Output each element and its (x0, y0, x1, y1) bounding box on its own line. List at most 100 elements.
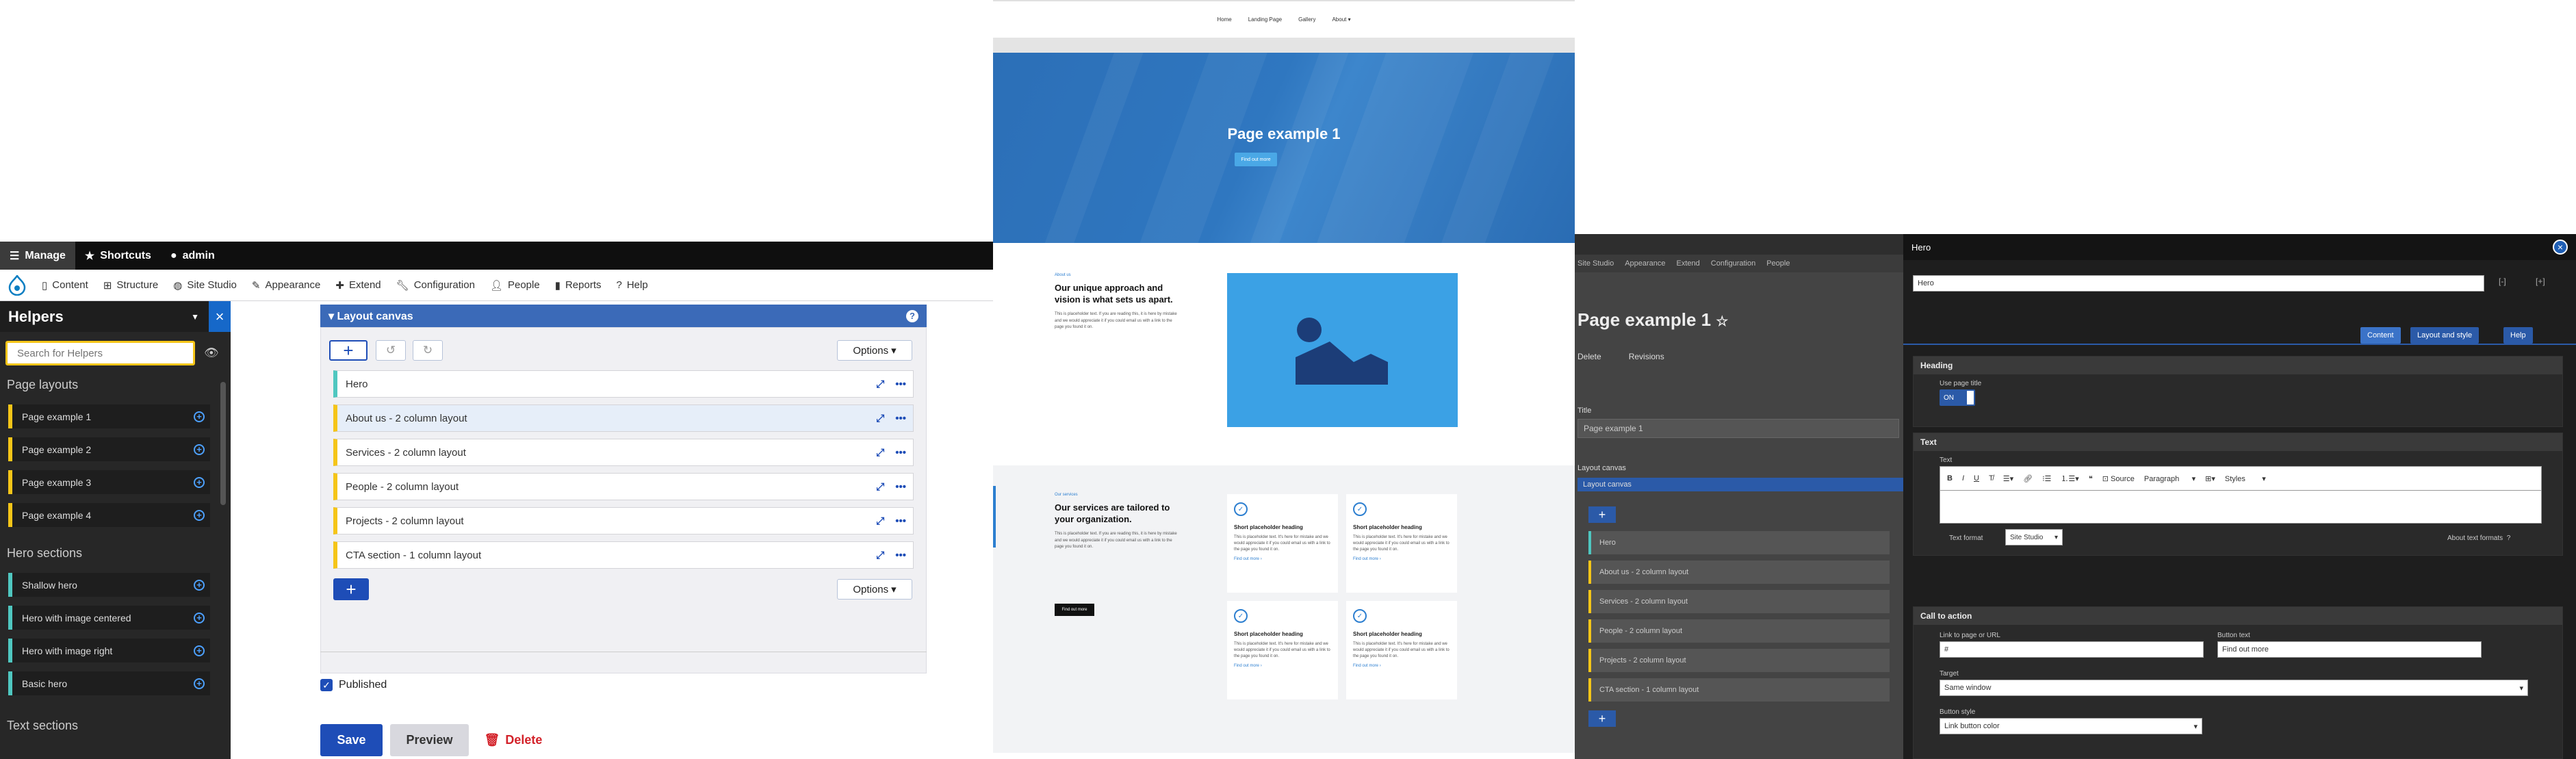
button-text-input[interactable]: Find out more (2217, 641, 2482, 658)
helper-item[interactable]: Hero with image right + (8, 639, 210, 662)
redo-icon[interactable]: ↻ (413, 340, 443, 361)
paragraph-select[interactable]: Paragraph ▾ (2144, 474, 2195, 483)
expand-icon[interactable]: ⤢ (876, 378, 884, 390)
card-link[interactable]: Find out more › (1353, 664, 1450, 668)
align-icon[interactable]: ☰▾ (2003, 474, 2013, 483)
canvas-row[interactable]: People - 2 column layout ⤢ ••• (333, 473, 914, 500)
add-icon[interactable]: + (194, 443, 205, 455)
services-button[interactable]: Find out more (1055, 604, 1094, 616)
bold-icon[interactable]: B (1947, 474, 1953, 483)
expand-icon[interactable]: ⤢ (876, 413, 884, 424)
more-icon[interactable]: ••• (895, 378, 906, 390)
card-link[interactable]: Find out more › (1234, 664, 1331, 668)
add-icon[interactable]: + (194, 612, 205, 623)
link-icon[interactable]: 🔗︎ (2023, 474, 2033, 483)
table-icon[interactable]: ⊞▾ (2205, 474, 2215, 483)
use-page-title-toggle[interactable]: ON (1940, 389, 1975, 406)
canvas-row[interactable]: Hero ⤢ ••• (333, 370, 914, 398)
add-icon[interactable]: + (194, 509, 205, 521)
expand-icon[interactable]: ⤢ (876, 550, 884, 561)
canvas-row[interactable]: About us - 2 column layout ⤢ ••• (333, 404, 914, 432)
close-icon[interactable]: × (2553, 240, 2568, 255)
collapse-icon[interactable]: [-] (2499, 276, 2506, 286)
layout-canvas-header[interactable]: ▾ Layout canvas ? (320, 305, 927, 327)
hero-button[interactable]: Find out more (1235, 153, 1277, 166)
button-style-select[interactable]: Link button color ▾ (1940, 718, 2202, 734)
expand-icon[interactable]: ⤢ (876, 481, 884, 493)
help-icon[interactable]: ? (906, 309, 918, 322)
dropdown-icon[interactable]: ▼ (191, 312, 199, 322)
tab-help[interactable]: Help (2503, 327, 2533, 344)
link-input[interactable]: # (1940, 641, 2204, 658)
menu-extend[interactable]: ✚ Extend (328, 270, 388, 301)
italic-icon[interactable]: I (1962, 474, 1964, 483)
options-button[interactable]: Options ▾ (837, 340, 912, 361)
drupal-logo-icon[interactable] (0, 270, 34, 301)
nav-about[interactable]: About ▾ (1332, 16, 1350, 23)
target-select[interactable]: Same window ▾ (1940, 680, 2528, 696)
expand-icon[interactable]: ⤢ (876, 447, 884, 459)
tab-layout-style[interactable]: Layout and style (2410, 327, 2480, 344)
canvas-row[interactable]: CTA section - 1 column layout ⤢ ••• (333, 541, 914, 569)
source-button[interactable]: ⊡ Source (2102, 474, 2135, 483)
underline-icon[interactable]: U (1974, 474, 1979, 483)
menu-site-studio[interactable]: ◍ Site Studio (166, 270, 244, 301)
bullet-list-icon[interactable]: ⁝☰ (2042, 474, 2051, 483)
text-format-select[interactable]: Site Studio ▾ (2005, 529, 2063, 545)
numbered-list-icon[interactable]: ⒈☰▾ (2061, 473, 2078, 484)
helpers-search-input[interactable] (17, 347, 181, 359)
styles-select[interactable]: Styles ▾ (2225, 474, 2266, 483)
more-icon[interactable]: ••• (895, 550, 906, 561)
menu-configuration[interactable]: 🔧︎ Configuration (389, 270, 482, 301)
helper-item[interactable]: Basic hero + (8, 671, 210, 695)
helper-item[interactable]: Page example 3 + (8, 470, 210, 494)
canvas-row[interactable]: Projects - 2 column layout ⤢ ••• (333, 507, 914, 535)
add-icon[interactable]: + (194, 579, 205, 591)
expand-icon[interactable]: ⤢ (876, 515, 884, 527)
preview-button[interactable]: Preview (390, 724, 469, 756)
helper-item[interactable]: Shallow hero + (8, 573, 210, 597)
nav-home[interactable]: Home (1217, 16, 1231, 23)
nav-gallery[interactable]: Gallery (1298, 16, 1315, 23)
add-component-button[interactable]: + (329, 340, 368, 361)
card-link[interactable]: Find out more › (1353, 557, 1450, 561)
more-icon[interactable]: ••• (895, 447, 906, 459)
about-formats-link[interactable]: About text formats ? (2447, 535, 2510, 542)
close-icon[interactable]: × (209, 301, 231, 332)
checkmark-icon[interactable]: ✓ (320, 679, 333, 691)
more-icon[interactable]: ••• (895, 515, 906, 527)
menu-reports[interactable]: ▮ Reports (548, 270, 609, 301)
clear-format-icon[interactable]: T̸ (1989, 474, 1994, 483)
published-checkbox[interactable]: ✓ Published (320, 679, 387, 691)
menu-help[interactable]: ? Help (609, 270, 656, 301)
tab-content[interactable]: Content (2360, 327, 2401, 344)
nav-landing[interactable]: Landing Page (1248, 16, 1282, 23)
helper-item[interactable]: Hero with image centered + (8, 606, 210, 630)
undo-icon[interactable]: ↺ (376, 340, 406, 361)
helper-item[interactable]: Page example 1 + (8, 404, 210, 428)
canvas-row[interactable]: Services - 2 column layout ⤢ ••• (333, 439, 914, 466)
add-icon[interactable]: + (194, 476, 205, 488)
card-link[interactable]: Find out more › (1234, 557, 1331, 561)
manage-tab[interactable]: ☰ Manage (0, 242, 75, 270)
user-tab[interactable]: ● admin (161, 242, 224, 270)
eye-icon[interactable]: 👁︎ (204, 346, 219, 360)
add-icon[interactable]: + (194, 645, 205, 656)
menu-people[interactable]: 👤︎ People (482, 270, 548, 301)
quote-icon[interactable]: ❝ (2089, 474, 2093, 483)
menu-structure[interactable]: ⊞ Structure (96, 270, 166, 301)
menu-content[interactable]: ▯ Content (34, 270, 96, 301)
menu-appearance[interactable]: ✎ Appearance (244, 270, 328, 301)
add-icon[interactable]: + (194, 678, 205, 689)
delete-button[interactable]: 🗑︎ Delete (482, 724, 544, 756)
options-button-bottom[interactable]: Options ▾ (837, 579, 912, 600)
more-icon[interactable]: ••• (895, 413, 906, 424)
helper-item[interactable]: Page example 2 + (8, 437, 210, 461)
expand-icon[interactable]: [+] (2536, 276, 2545, 286)
shortcuts-tab[interactable]: ★ Shortcuts (75, 242, 161, 270)
sidebar-scrollbar[interactable] (220, 382, 226, 505)
helpers-search[interactable] (5, 341, 195, 365)
component-name-input[interactable]: Hero (1913, 275, 2484, 292)
save-button[interactable]: Save (320, 724, 383, 756)
add-row-button[interactable]: + (333, 578, 369, 600)
